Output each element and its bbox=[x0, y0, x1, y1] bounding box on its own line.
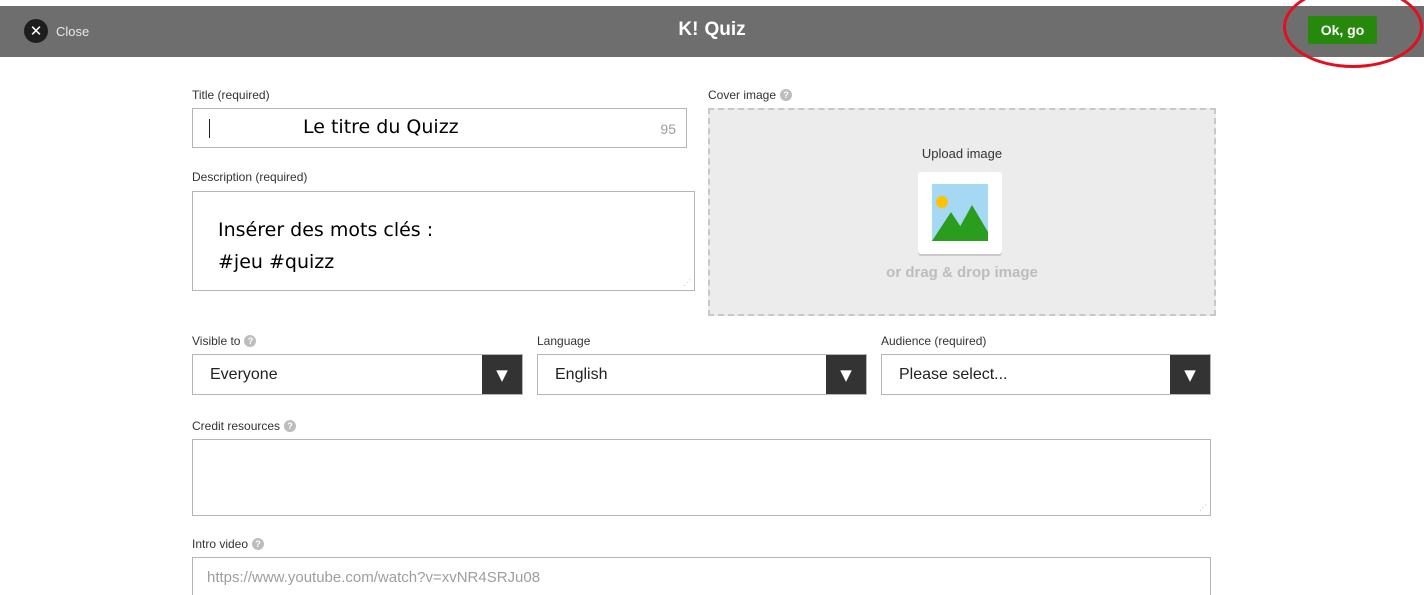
kahoot-logo: K! bbox=[678, 19, 699, 40]
credit-resources-label: Credit resources ? bbox=[192, 419, 297, 433]
ok-go-button[interactable]: Ok, go bbox=[1308, 16, 1377, 44]
audience-value: Please select... bbox=[899, 366, 1008, 383]
language-value: English bbox=[555, 366, 608, 383]
chevron-down-icon[interactable]: ▼ bbox=[1170, 355, 1210, 394]
text-cursor bbox=[209, 119, 210, 138]
resize-grip-icon[interactable]: ⋰ bbox=[1199, 504, 1207, 512]
title-input[interactable]: Le titre du Quizz 95 bbox=[192, 108, 687, 148]
upload-image-label[interactable]: Upload image bbox=[710, 146, 1214, 161]
drag-drop-label: or drag & drop image bbox=[886, 264, 1038, 281]
help-icon[interactable]: ? bbox=[780, 89, 793, 101]
language-select[interactable]: English ▼ bbox=[537, 354, 867, 395]
description-label-text: Description (required) bbox=[192, 170, 308, 184]
audience-select[interactable]: Please select... ▼ bbox=[881, 354, 1211, 395]
intro-video-input[interactable]: https://www.youtube.com/watch?v=xvNR4SRJ… bbox=[192, 557, 1211, 595]
audience-label-text: Audience (required) bbox=[881, 334, 987, 348]
title-label: Title (required) bbox=[192, 88, 270, 102]
title-char-count: 95 bbox=[660, 121, 676, 137]
image-placeholder-icon bbox=[932, 184, 988, 241]
intro-video-label: Intro video ? bbox=[192, 537, 265, 551]
cover-image-label-text: Cover image bbox=[708, 88, 777, 102]
visible-to-select[interactable]: Everyone ▼ bbox=[192, 354, 523, 395]
app-title: K! Quiz bbox=[0, 19, 1424, 41]
app-title-text: Quiz bbox=[704, 19, 746, 40]
audience-label: Audience (required) bbox=[881, 334, 986, 348]
description-label: Description (required) bbox=[192, 170, 307, 184]
help-icon[interactable]: ? bbox=[252, 538, 265, 550]
visible-to-value: Everyone bbox=[210, 366, 278, 383]
intro-video-label-text: Intro video bbox=[192, 537, 249, 551]
cover-image-dropzone[interactable]: Upload image or drag & drop image bbox=[708, 108, 1216, 316]
language-label-text: Language bbox=[537, 334, 591, 348]
credit-resources-label-text: Credit resources bbox=[192, 419, 281, 433]
title-value: Le titre du Quizz bbox=[303, 116, 459, 138]
description-line: Insérer des mots clés : bbox=[218, 219, 434, 241]
visible-to-label: Visible to ? bbox=[192, 334, 257, 348]
cover-image-label: Cover image ? bbox=[708, 88, 793, 102]
language-label: Language bbox=[537, 334, 590, 348]
description-textarea[interactable]: Insérer des mots clés : #jeu #quizz ⋰ bbox=[192, 191, 695, 291]
top-bar: ✕ Close K! Quiz Ok, go bbox=[0, 0, 1424, 62]
chevron-down-icon[interactable]: ▼ bbox=[482, 355, 522, 394]
upload-image-button[interactable] bbox=[918, 172, 1002, 254]
description-line: #jeu #quizz bbox=[218, 251, 335, 273]
title-label-text: Title (required) bbox=[192, 88, 270, 102]
help-icon[interactable]: ? bbox=[284, 420, 297, 432]
resize-grip-icon[interactable]: ⋰ bbox=[683, 279, 691, 287]
credit-resources-textarea[interactable]: ⋰ bbox=[192, 439, 1211, 516]
help-icon[interactable]: ? bbox=[244, 335, 257, 347]
visible-to-label-text: Visible to bbox=[192, 334, 241, 348]
description-value: Insérer des mots clés : #jeu #quizz bbox=[218, 214, 433, 278]
intro-video-placeholder: https://www.youtube.com/watch?v=xvNR4SRJ… bbox=[207, 569, 541, 586]
chevron-down-icon[interactable]: ▼ bbox=[826, 355, 866, 394]
